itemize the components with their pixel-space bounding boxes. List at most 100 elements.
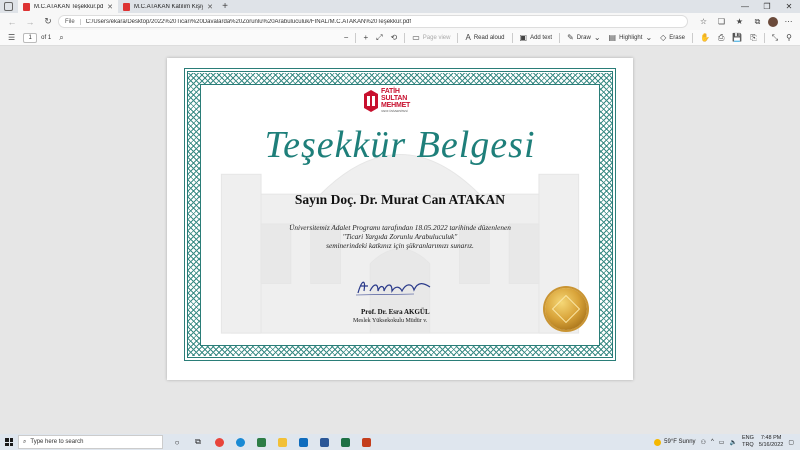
fit-page-icon[interactable]: ⤢ [372,30,386,46]
print-icon[interactable]: ⎙ [714,30,728,46]
lang-bottom: TRQ [742,442,754,448]
file-scheme-label: File [65,18,81,25]
handwritten-signature [355,281,431,296]
draw-button[interactable]: ✎ Draw ⌄ [563,30,604,46]
forward-icon[interactable]: → [22,14,38,29]
rotate-icon[interactable]: ⟲ [387,30,402,46]
task-view-icon[interactable]: ⧉ [190,435,206,449]
highlight-icon: ▤ [608,33,617,42]
search-icon[interactable]: ⌕ [55,30,67,46]
browser-extension-icon[interactable]: ⧉ [750,14,765,29]
fullscreen-icon[interactable]: ⤡ [768,30,782,46]
erase-button[interactable]: ◇ Erase [656,30,689,46]
url-text[interactable]: C:/Users/ekara/Desktop/2022%20Ticari%20D… [86,19,411,25]
cortana-icon[interactable]: ○ [169,435,185,449]
add-text-label: Add text [530,34,553,41]
signer-title: Meslek Yüksekokulu Müdür v. [353,318,428,324]
pdf-icon [23,2,30,11]
zoom-in-button[interactable]: + [359,30,372,46]
divider [404,32,406,43]
close-tab-icon[interactable]: ✕ [207,3,213,11]
pdf-toolbar: ☰ 1 of 1 ⌕ − + ⤢ ⟲ ▭ Page view A Read al… [0,30,800,46]
university-logo: FATİH SULTAN MEHMET VAKIF ÜNİVERSİTESİ [364,88,410,113]
back-icon[interactable]: ← [4,14,20,29]
divider [457,32,459,43]
add-text-button[interactable]: ▣ Add text [516,30,557,46]
show-hidden-icons[interactable]: ^ [711,439,714,445]
file-explorer-icon[interactable] [274,435,290,449]
tab-katilim-pdf[interactable]: M.C.ATAKAN Katılım Kişiy.pdf ✕ [118,0,218,13]
word-icon[interactable] [316,435,332,449]
certificate-message: Üniversitemiz Adalet Programı tarafından… [201,223,599,250]
highlight-label: Highlight [619,34,643,41]
signer-name: Prof. Dr. Esra AKGÜL [361,308,430,316]
logo-line-3: MEHMET [381,102,411,109]
page-number-input[interactable]: 1 [23,32,38,43]
read-aloud-button[interactable]: A Read aloud [461,30,508,46]
close-window-icon[interactable]: ✕ [778,0,800,13]
maximize-icon[interactable]: ❐ [756,0,778,13]
divider [559,32,561,43]
media-app-icon[interactable] [253,435,269,449]
draw-icon: ✎ [567,33,574,42]
tab-teşekkür-pdf[interactable]: M.C.ATAKAN Teşekkür.pdf ✕ [18,0,118,13]
taskbar-search[interactable]: ⌕ Type here to search [18,435,163,449]
powerpoint-icon[interactable] [358,435,374,449]
language-indicator[interactable]: ENG TRQ [742,435,754,449]
notifications-icon[interactable]: ▢ [788,439,794,446]
favorite-star-icon[interactable]: ☆ [696,14,711,29]
logo-line-1: FATİH [381,88,400,95]
read-aloud-icon: A [465,33,471,42]
excel-icon[interactable] [337,435,353,449]
taskbar-clock[interactable]: 7:48 PM 5/16/2022 [759,435,783,449]
zoom-out-button[interactable]: − [340,30,353,46]
certificate-body: FATİH SULTAN MEHMET VAKIF ÜNİVERSİTESİ T… [200,84,600,346]
profile-avatar[interactable] [768,16,778,27]
volume-icon[interactable]: 🔈 [729,439,736,446]
gold-seal [545,288,587,330]
logo-line-2: SULTAN [381,95,408,102]
address-field[interactable]: File C:/Users/ekara/Desktop/2022%20Ticar… [58,15,688,28]
erase-label: Erase [669,34,685,41]
read-aloud-label: Read aloud [473,34,505,41]
network-icon[interactable]: ▭ [719,439,725,446]
chevron-down-icon[interactable]: ⌄ [645,33,652,42]
minimize-icon[interactable]: — [734,0,756,13]
recipient-name: Sayın Doç. Dr. Murat Can ATAKAN [294,192,506,207]
contents-icon[interactable]: ☰ [4,30,19,46]
divider [511,32,513,43]
touch-writing-icon[interactable]: ✋ [696,30,714,46]
more-menu-icon[interactable]: ⋯ [781,14,796,29]
close-tab-icon[interactable]: ✕ [107,3,113,11]
divider [355,32,357,43]
start-button[interactable] [0,434,18,450]
zoom-in-label: + [363,33,369,42]
edge-icon[interactable] [232,435,248,449]
eraser-icon: ◇ [660,33,667,42]
save-icon[interactable]: 💾 [728,30,746,46]
taskbar-apps: ○ ⧉ [163,435,374,449]
address-bar-row: ← → ↻ File C:/Users/ekara/Desktop/2022%2… [0,13,800,30]
highlight-button[interactable]: ▤ Highlight ⌄ [605,30,657,46]
mail-icon[interactable] [295,435,311,449]
chrome-icon[interactable] [211,435,227,449]
weather-widget[interactable]: 59°F Sunny [654,438,696,446]
divider [763,32,765,43]
page-view-button[interactable]: ▭ Page view [408,30,454,46]
page-view-icon: ▭ [412,33,420,42]
refresh-icon[interactable]: ↻ [40,14,56,29]
pdf-viewer-canvas[interactable]: FATİH SULTAN MEHMET VAKIF ÜNİVERSİTESİ T… [0,46,800,434]
save-as-icon[interactable]: ⎘ [746,30,760,46]
favorites-icon[interactable]: ★ [732,14,747,29]
chevron-down-icon[interactable]: ⌄ [594,33,601,42]
people-icon[interactable]: ⚇ [701,439,706,446]
browser-actions: ☆ ❏ ★ ⧉ ⋯ [690,14,796,29]
collections-icon[interactable]: ❏ [714,14,729,29]
new-tab-button[interactable]: + [218,0,232,13]
windows-logo-icon [5,438,13,446]
clock-time: 7:48 PM [760,435,782,441]
search-icon: ⌕ [23,438,27,445]
tab-actions-icon[interactable] [4,2,13,11]
page-navigator: 1 of 1 [19,30,55,46]
pin-toolbar-icon[interactable]: ⚲ [782,30,796,46]
